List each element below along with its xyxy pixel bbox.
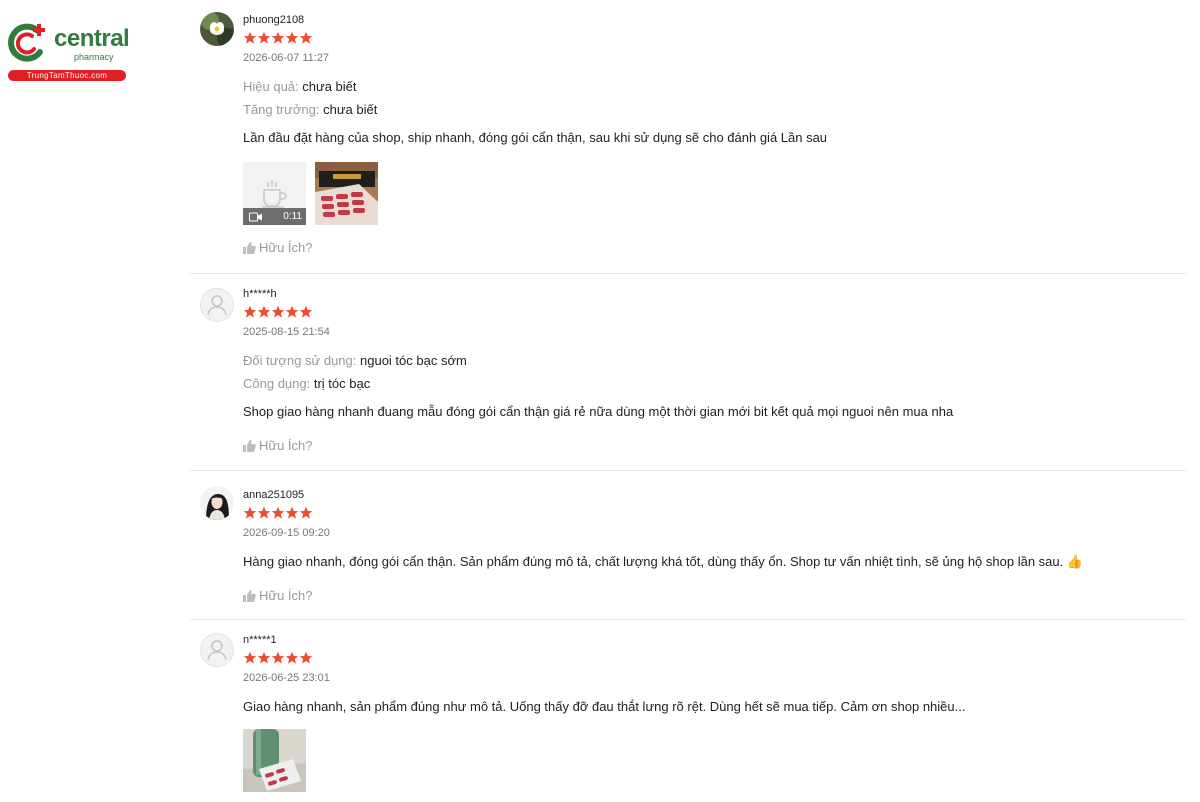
- helpful-label: Hữu Ích?: [259, 438, 313, 453]
- attribute-label: Công dụng:: [243, 376, 311, 391]
- star-icon: [285, 651, 299, 664]
- review-attribute: Hiệu quả: chưa biết: [243, 79, 1186, 95]
- review-item: h*****h 2025-08-15 21:54 Đối tượng sử dụ…: [190, 274, 1186, 471]
- default-user-icon: [207, 640, 227, 661]
- review-attribute: Công dụng: trị tóc bạc: [243, 376, 1186, 392]
- reviewer-username: h*****h: [243, 288, 277, 300]
- attribute-label: Tăng trưởng:: [243, 102, 320, 117]
- star-rating: [243, 651, 1186, 665]
- video-camera-icon: [249, 212, 262, 222]
- brand-subtitle: pharmacy: [74, 52, 114, 62]
- default-user-icon: [207, 295, 227, 316]
- attribute-value: trị tóc bạc: [313, 376, 371, 391]
- thumbs-up-icon: [243, 590, 256, 602]
- review-comment: Shop giao hàng nhanh đuang mẫu đóng gói …: [243, 404, 954, 419]
- star-icon: [257, 651, 271, 664]
- star-rating: [243, 506, 1186, 520]
- reviewer-username: phuong2108: [243, 14, 305, 26]
- review-date: 2025-08-15 21:54: [243, 326, 330, 338]
- star-icon: [243, 305, 257, 318]
- review-date: 2026-06-25 23:01: [243, 672, 330, 684]
- star-icon: [285, 31, 299, 44]
- avatar[interactable]: [200, 12, 234, 46]
- review-item: phuong2108 2026-06-07 11:27 Hiệu quả: ch…: [190, 0, 1186, 274]
- review-comment: Hàng giao nhanh, đóng gói cẩn thận. Sản …: [243, 554, 1084, 569]
- helpful-label: Hữu Ích?: [259, 588, 313, 603]
- product-box-photo: [315, 162, 378, 225]
- woman-avatar-icon: [200, 486, 234, 520]
- star-icon: [271, 305, 285, 318]
- flower-avatar-icon: [200, 12, 234, 46]
- review-attribute: Đối tượng sử dụng: nguoi tóc bạc sớm: [243, 353, 1186, 369]
- star-icon: [271, 31, 285, 44]
- star-rating: [243, 31, 1186, 45]
- attribute-value: nguoi tóc bạc sớm: [360, 353, 467, 368]
- star-icon: [257, 506, 271, 519]
- star-icon: [285, 506, 299, 519]
- review-photo[interactable]: [243, 729, 306, 792]
- star-rating: [243, 305, 1186, 319]
- helpful-button[interactable]: Hữu Ích?: [243, 240, 1186, 256]
- review-item: n*****1 2026-06-25 23:01 Giao hàng nhanh…: [190, 620, 1186, 802]
- review-date: 2026-06-07 11:27: [243, 52, 330, 64]
- star-icon: [299, 651, 313, 664]
- central-pharmacy-logo-icon: [8, 23, 45, 62]
- reviewer-username: n*****1: [243, 634, 277, 646]
- star-icon: [243, 31, 257, 44]
- avatar[interactable]: [200, 633, 234, 667]
- star-icon: [243, 506, 257, 519]
- reviewer-username: anna251095: [243, 489, 305, 501]
- star-icon: [299, 31, 313, 44]
- brand-site-banner: TrungTamThuoc.com: [8, 70, 126, 81]
- video-duration-bar: 0:11: [243, 208, 306, 225]
- review-comment: Lần đầu đặt hàng của shop, ship nhanh, đ…: [243, 130, 828, 145]
- thumbs-up-icon: [243, 242, 256, 254]
- attribute-label: Đối tượng sử dụng:: [243, 353, 357, 368]
- star-icon: [243, 651, 257, 664]
- star-icon: [257, 31, 271, 44]
- attribute-value: chưa biết: [323, 102, 378, 117]
- brand-name: central: [54, 25, 130, 52]
- review-item: anna251095 2026-09-15 09:20 Hàng giao nh…: [190, 471, 1186, 620]
- star-icon: [285, 305, 299, 318]
- brand-logo[interactable]: central pharmacy TrungTamThuoc.com: [6, 22, 130, 82]
- star-icon: [299, 305, 313, 318]
- review-attribute: Tăng trưởng: chưa biết: [243, 102, 1186, 118]
- star-icon: [257, 305, 271, 318]
- review-media: 0:11: [243, 162, 1186, 225]
- star-icon: [299, 506, 313, 519]
- review-list: phuong2108 2026-06-07 11:27 Hiệu quả: ch…: [190, 0, 1186, 802]
- video-thumbnail[interactable]: 0:11: [243, 162, 306, 225]
- helpful-button[interactable]: Hữu Ích?: [243, 588, 1186, 604]
- helpful-label: Hữu Ích?: [259, 240, 313, 255]
- bottle-and-blister-photo: [243, 729, 306, 792]
- review-date: 2026-09-15 09:20: [243, 527, 330, 539]
- avatar[interactable]: [200, 288, 234, 322]
- helpful-button[interactable]: Hữu Ích?: [243, 438, 1186, 454]
- avatar[interactable]: [200, 486, 234, 520]
- video-duration: 0:11: [283, 211, 302, 222]
- star-icon: [271, 651, 285, 664]
- review-comment: Giao hàng nhanh, sản phẩm đúng như mô tả…: [243, 699, 966, 714]
- attribute-value: chưa biết: [302, 79, 357, 94]
- thumbs-up-icon: [243, 440, 256, 452]
- review-media: [243, 729, 1186, 792]
- attribute-label: Hiệu quả:: [243, 79, 299, 94]
- review-photo[interactable]: [315, 162, 378, 225]
- star-icon: [271, 506, 285, 519]
